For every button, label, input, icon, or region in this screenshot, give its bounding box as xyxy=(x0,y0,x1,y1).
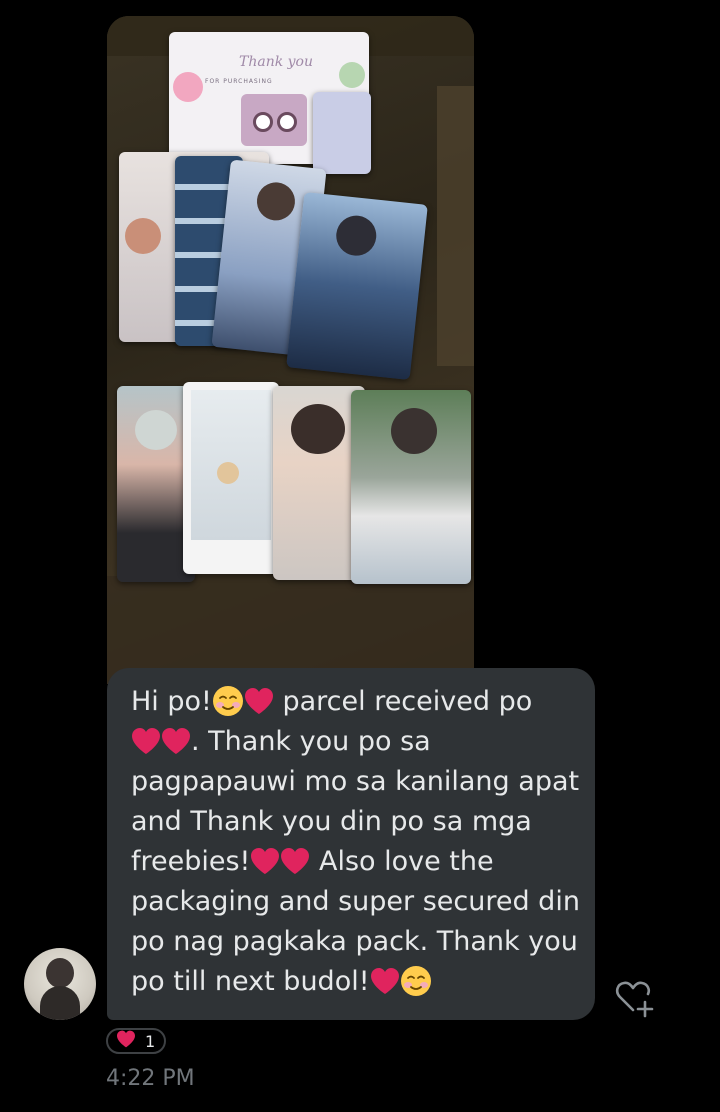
smiling-face-emoji-icon xyxy=(212,686,243,716)
message-line: packaging and super secured din xyxy=(131,882,580,922)
heart-emoji-icon xyxy=(162,728,190,754)
message-text-segment: Hi po! xyxy=(131,686,212,717)
message-timestamp: 4:22 PM xyxy=(106,1066,195,1091)
message-text-segment: packaging and super secured din xyxy=(131,886,580,917)
thank-you-script: Thank you xyxy=(239,54,314,70)
heart-emoji-icon xyxy=(244,688,273,714)
message-text-segment: and Thank you din po sa mga xyxy=(131,806,532,837)
message-text: Hi po! parcel received po . Thank you po … xyxy=(131,682,580,1002)
message-text-segment: Also love the xyxy=(310,846,494,877)
message-text-segment: po till next budol! xyxy=(131,966,370,997)
flower-decoration xyxy=(173,72,203,102)
add-reaction-icon[interactable] xyxy=(611,974,657,1020)
message-text-segment: parcel received po xyxy=(273,686,533,717)
message-line: freebies! Also love the xyxy=(131,842,571,882)
message-text-segment: po nag pagkaka pack. Thank you xyxy=(131,926,578,957)
photocard xyxy=(286,192,428,380)
cassette-sticker xyxy=(241,94,307,146)
heart-emoji-icon xyxy=(251,848,280,874)
message-text-segment: . Thank you po sa xyxy=(191,726,431,757)
heart-emoji-icon xyxy=(281,848,310,874)
message-text-segment: freebies! xyxy=(131,846,251,877)
photocard xyxy=(351,390,471,584)
leaf-decoration xyxy=(339,62,365,88)
sender-avatar[interactable] xyxy=(24,948,96,1020)
box-flap xyxy=(437,86,474,366)
heart-emoji-icon xyxy=(370,968,399,994)
sticker xyxy=(313,92,371,174)
heart-icon xyxy=(116,1030,136,1052)
polaroid-photocard xyxy=(183,382,279,574)
smiling-face-emoji-icon xyxy=(400,966,431,996)
message-line: Hi po! parcel received po xyxy=(131,682,571,722)
message-line: po nag pagkaka pack. Thank you xyxy=(131,922,578,962)
message-bubble[interactable]: Hi po! parcel received po . Thank you po … xyxy=(107,668,595,1020)
reaction-count: 1 xyxy=(145,1031,156,1051)
message-line: po till next budol! xyxy=(131,962,571,1002)
attached-photo[interactable]: Thank you FOR PURCHASING xyxy=(107,16,474,684)
thank-you-subtitle: FOR PURCHASING xyxy=(205,78,273,85)
heart-emoji-icon xyxy=(132,728,160,754)
message-line: . Thank you po sa xyxy=(131,722,571,762)
reaction-pill[interactable]: 1 xyxy=(106,1028,166,1054)
message-line: pagpapauwi mo sa kanilang apat xyxy=(131,762,579,802)
message-line: and Thank you din po sa mga xyxy=(131,802,571,842)
message-text-segment: pagpapauwi mo sa kanilang apat xyxy=(131,766,580,797)
